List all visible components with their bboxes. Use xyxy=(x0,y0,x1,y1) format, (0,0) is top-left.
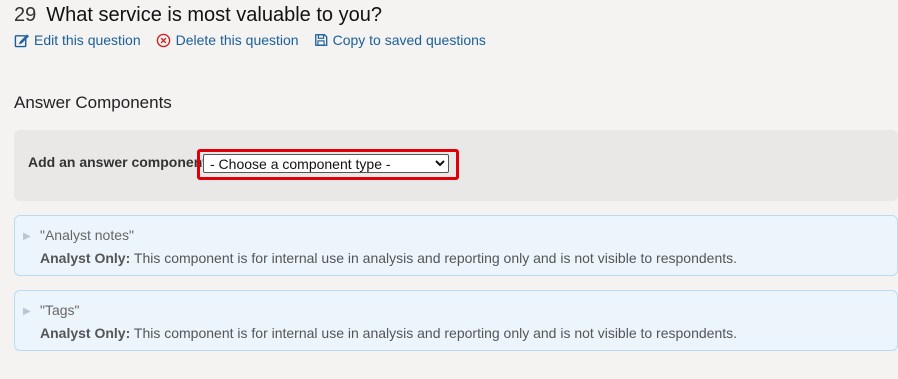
caret-right-icon[interactable]: ▶ xyxy=(23,231,31,242)
component-description: Analyst Only: This component is for inte… xyxy=(40,325,737,341)
component-description-text: This component is for internal use in an… xyxy=(133,250,738,266)
question-number: 29 xyxy=(14,4,37,26)
component-type-select-highlight: - Choose a component type - xyxy=(197,149,459,180)
answer-components-heading: Answer Components xyxy=(14,93,172,112)
copy-to-saved-label: Copy to saved questions xyxy=(332,32,486,48)
component-description-text: This component is for internal use in an… xyxy=(133,325,738,341)
delete-question-label: Delete this question xyxy=(175,32,299,48)
analyst-only-prefix: Analyst Only: xyxy=(40,250,131,266)
component-description: Analyst Only: This component is for inte… xyxy=(40,250,737,266)
save-icon xyxy=(314,34,327,46)
analyst-only-prefix: Analyst Only: xyxy=(40,325,131,341)
delete-question-link[interactable]: Delete this question xyxy=(156,32,299,48)
edit-icon xyxy=(14,33,29,47)
copy-to-saved-link[interactable]: Copy to saved questions xyxy=(314,32,486,48)
component-name: "Analyst notes" xyxy=(40,227,134,243)
caret-right-icon[interactable]: ▶ xyxy=(23,306,31,317)
add-component-label: Add an answer component: xyxy=(28,154,212,170)
delete-circle-x-icon xyxy=(156,33,170,47)
component-name: "Tags" xyxy=(40,302,80,318)
question-title: What service is most valuable to you? xyxy=(46,4,382,26)
edit-question-label: Edit this question xyxy=(34,32,141,48)
component-card-analyst-notes[interactable]: ▶ "Analyst notes" Analyst Only: This com… xyxy=(14,215,898,276)
component-card-tags[interactable]: ▶ "Tags" Analyst Only: This component is… xyxy=(14,290,898,351)
question-header: 29 What service is most valuable to you? xyxy=(14,4,382,27)
component-type-select[interactable]: - Choose a component type - xyxy=(203,154,449,173)
question-actions: Edit this question Delete this question … xyxy=(14,32,501,48)
edit-question-link[interactable]: Edit this question xyxy=(14,32,141,48)
add-component-panel: Add an answer component: - Choose a comp… xyxy=(14,130,898,201)
